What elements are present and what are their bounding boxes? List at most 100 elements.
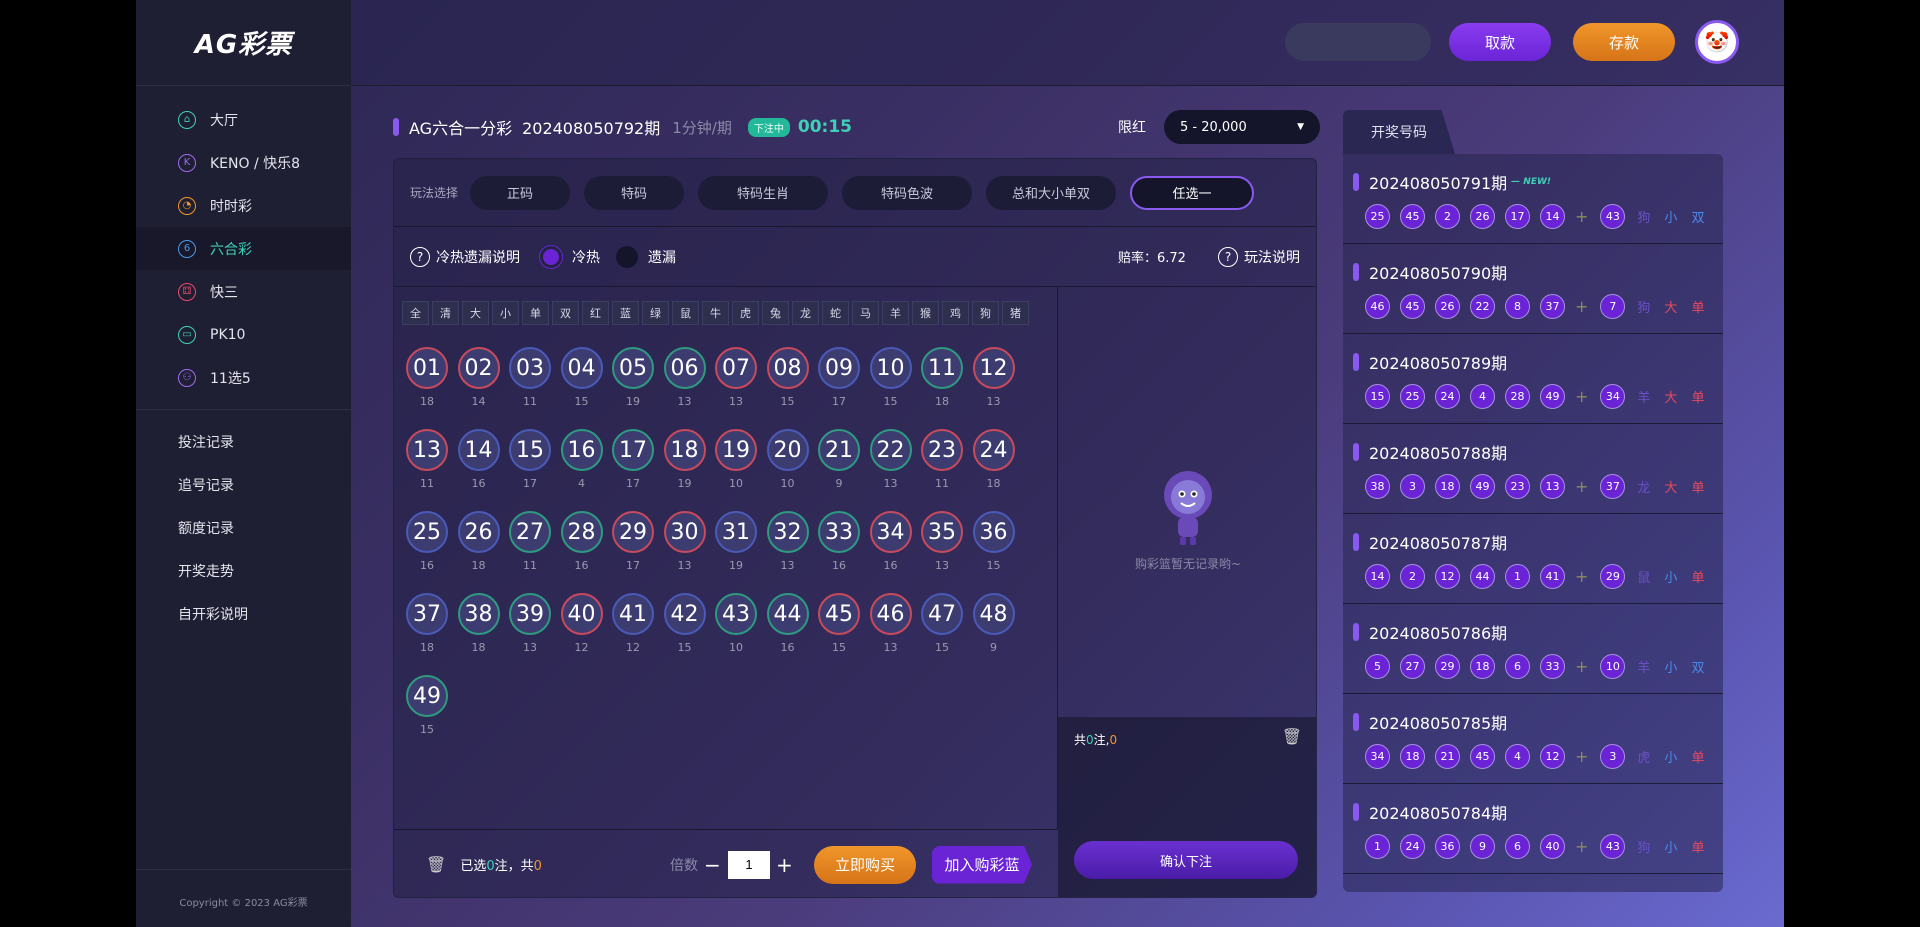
number-ball[interactable]: 21 (818, 429, 860, 471)
result-item[interactable]: 202408050791期 — NEW! 25 45 2 26 17 14 +43 狗小双 (1343, 154, 1723, 244)
sidebar-item-6[interactable]: ⚇ 11选5 (136, 356, 351, 399)
quick-select-9[interactable]: 鼠 (672, 301, 699, 325)
results-tab[interactable]: 开奖号码 (1343, 110, 1455, 154)
number-ball[interactable]: 34 (869, 511, 912, 553)
number-ball[interactable]: 07 (715, 347, 757, 389)
quick-select-8[interactable]: 绿 (642, 301, 669, 325)
number-ball[interactable]: 11 (921, 347, 963, 389)
quick-select-7[interactable]: 蓝 (612, 301, 639, 325)
balance-pill[interactable] (1285, 23, 1431, 61)
number-ball[interactable]: 25 (406, 511, 448, 553)
result-item[interactable]: 202408050788期 38 3 18 49 23 13 +37 龙大单 (1343, 424, 1723, 514)
number-ball[interactable]: 15 (509, 429, 551, 471)
sidebar-item-1[interactable]: K KENO / 快乐8 (136, 141, 351, 184)
number-ball[interactable]: 26 (457, 511, 500, 553)
minus-button[interactable]: − (704, 853, 721, 877)
number-ball[interactable]: 04 (560, 347, 603, 389)
result-item[interactable]: 202408050790期 46 45 26 22 8 37 +7 狗大单 (1343, 244, 1723, 334)
withdraw-button[interactable]: 取款 (1449, 23, 1551, 61)
number-ball[interactable]: 03 (509, 347, 551, 389)
quick-select-3[interactable]: 小 (492, 301, 519, 325)
number-ball[interactable]: 44 (766, 593, 809, 635)
number-ball[interactable]: 28 (560, 511, 603, 553)
confirm-bet-button[interactable]: 确认下注 (1074, 841, 1298, 879)
quick-select-11[interactable]: 虎 (732, 301, 759, 325)
number-ball[interactable]: 48 (972, 593, 1015, 635)
number-ball[interactable]: 38 (457, 593, 500, 635)
sidebar-item-5[interactable]: ▭ PK10 (136, 313, 351, 356)
number-ball[interactable]: 45 (818, 593, 860, 635)
number-ball[interactable]: 06 (663, 347, 706, 389)
record-link-1[interactable]: 追号记录 (136, 463, 351, 506)
number-ball[interactable]: 42 (663, 593, 706, 635)
quick-select-0[interactable]: 全 (402, 301, 429, 325)
number-ball[interactable]: 23 (921, 429, 963, 471)
missing-radio[interactable] (616, 245, 638, 268)
quick-select-17[interactable]: 猴 (912, 301, 939, 325)
number-ball[interactable]: 24 (972, 429, 1015, 471)
number-ball[interactable]: 01 (406, 347, 448, 389)
sidebar-item-2[interactable]: ◔ 时时彩 (136, 184, 351, 227)
number-ball[interactable]: 16 (560, 429, 603, 471)
sidebar-item-0[interactable]: ⌂ 大厅 (136, 98, 351, 141)
result-item[interactable]: 202408050789期 15 25 24 4 28 49 +34 羊大单 (1343, 334, 1723, 424)
tab-1[interactable]: 特码 (584, 175, 685, 210)
number-ball[interactable]: 08 (766, 347, 809, 389)
sidebar-item-3[interactable]: 6 六合彩 (136, 227, 351, 270)
number-ball[interactable]: 30 (663, 511, 706, 553)
rules-link[interactable]: ? 玩法说明 (1218, 246, 1300, 267)
tab-5[interactable]: 任选一 (1130, 175, 1255, 210)
number-ball[interactable]: 36 (972, 511, 1015, 553)
number-ball[interactable]: 41 (612, 593, 654, 635)
sidebar-item-4[interactable]: ⚃ 快三 (136, 270, 351, 313)
number-ball[interactable]: 22 (869, 429, 912, 471)
quick-select-12[interactable]: 兔 (762, 301, 789, 325)
quick-select-1[interactable]: 清 (432, 301, 459, 325)
quick-select-2[interactable]: 大 (462, 301, 489, 325)
quick-select-18[interactable]: 鸡 (942, 301, 969, 325)
quick-select-4[interactable]: 单 (522, 301, 549, 325)
limit-select[interactable]: 5 - 20,000 ▼ (1164, 110, 1320, 144)
number-ball[interactable]: 18 (663, 429, 706, 471)
buy-now-button[interactable]: 立即购买 (814, 845, 916, 884)
result-item[interactable]: 202408050785期 34 18 21 45 4 12 +3 虎小单 (1343, 694, 1723, 784)
number-ball[interactable]: 17 (612, 429, 654, 471)
number-ball[interactable]: 39 (509, 593, 551, 635)
quick-select-13[interactable]: 龙 (792, 301, 819, 325)
quick-select-16[interactable]: 羊 (882, 301, 909, 325)
quick-select-20[interactable]: 猪 (1002, 301, 1029, 325)
quick-select-15[interactable]: 马 (852, 301, 879, 325)
record-link-2[interactable]: 额度记录 (136, 506, 351, 549)
record-link-4[interactable]: 自开彩说明 (136, 592, 351, 635)
quick-select-19[interactable]: 狗 (972, 301, 999, 325)
plus-button[interactable]: + (776, 853, 793, 877)
trash-icon[interactable]: 🗑 (426, 855, 446, 874)
number-ball[interactable]: 32 (766, 511, 809, 553)
result-item[interactable]: 202408050784期 1 24 36 9 6 40 +43 狗小单 (1343, 784, 1723, 874)
number-ball[interactable]: 49 (406, 675, 448, 717)
result-item[interactable]: 202408050786期 5 27 29 18 6 33 +10 羊小双 (1343, 604, 1723, 694)
number-ball[interactable]: 05 (612, 347, 654, 389)
number-ball[interactable]: 33 (818, 511, 860, 553)
number-ball[interactable]: 09 (818, 347, 860, 389)
tab-4[interactable]: 总和大小单双 (986, 175, 1117, 210)
number-ball[interactable]: 47 (921, 593, 963, 635)
number-ball[interactable]: 02 (457, 347, 500, 389)
quick-select-10[interactable]: 牛 (702, 301, 729, 325)
number-ball[interactable]: 31 (715, 511, 757, 553)
record-link-0[interactable]: 投注记录 (136, 420, 351, 463)
number-ball[interactable]: 12 (972, 347, 1015, 389)
number-ball[interactable]: 13 (406, 429, 448, 471)
number-ball[interactable]: 37 (406, 593, 448, 635)
quick-select-5[interactable]: 双 (552, 301, 579, 325)
number-ball[interactable]: 19 (715, 429, 757, 471)
quick-select-6[interactable]: 红 (582, 301, 609, 325)
hot-cold-radio[interactable] (540, 245, 562, 268)
quick-select-14[interactable]: 蛇 (822, 301, 849, 325)
avatar[interactable]: 🤡 (1695, 20, 1739, 64)
number-ball[interactable]: 20 (766, 429, 809, 471)
number-ball[interactable]: 10 (869, 347, 912, 389)
tab-0[interactable]: 正码 (470, 175, 571, 210)
number-ball[interactable]: 14 (457, 429, 500, 471)
result-item[interactable]: 202408050787期 14 2 12 44 1 41 +29 鼠小单 (1343, 514, 1723, 604)
